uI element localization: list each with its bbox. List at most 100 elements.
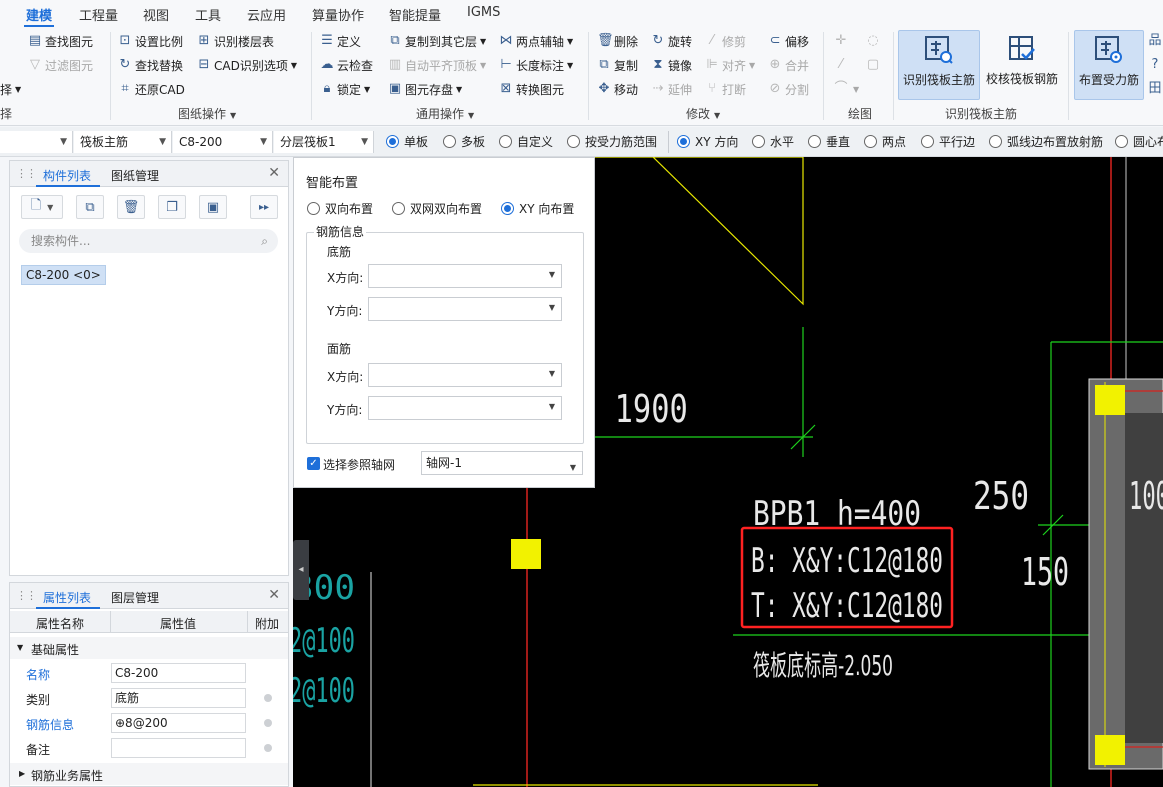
menu-collab[interactable]: 算量协作: [312, 5, 364, 24]
more-button[interactable]: ▸▸: [250, 195, 278, 219]
close-icon[interactable]: ✕: [268, 587, 280, 603]
right-partial-button-2[interactable]: ?: [1148, 55, 1163, 75]
find-element-button[interactable]: ▤ 查找图元: [28, 31, 93, 51]
two-point-axis-button[interactable]: ⋈ 两点辅轴 ▼: [499, 31, 574, 51]
identify-floor-table-button[interactable]: ⊞ 识别楼层表: [197, 31, 274, 51]
drag-grip-icon[interactable]: ⋮⋮: [16, 167, 37, 180]
break-button[interactable]: ⑂ 打断: [705, 79, 746, 99]
draw-line-button[interactable]: ⁄: [834, 55, 851, 75]
rebar-info-value-field[interactable]: ⊕8@200: [111, 713, 246, 733]
move-button[interactable]: ✥ 移动: [597, 79, 638, 99]
common-ops-group-label[interactable]: 通用操作 ▼: [416, 105, 474, 122]
list-item[interactable]: C8-200 <0>: [21, 265, 106, 285]
draw-rect-button[interactable]: ▢: [866, 55, 883, 75]
layout-stress-rebar-button[interactable]: 布置受力筋: [1074, 30, 1144, 100]
name-value-field[interactable]: C8-200: [111, 663, 246, 683]
save-element-button[interactable]: ▣ 图元存盘 ▼: [388, 79, 462, 99]
modify-group-label[interactable]: 修改 ▼: [686, 105, 720, 122]
attach-checkbox[interactable]: [264, 744, 272, 752]
set-scale-button[interactable]: ⊡ 设置比例: [118, 31, 183, 51]
identify-raft-rebar-button[interactable]: 识别筏板主筋: [898, 30, 980, 100]
layer-combo[interactable]: 分层筏板1 ▼: [274, 131, 374, 153]
delete-button[interactable]: 🗑︎ 删除: [597, 31, 638, 51]
column-marker[interactable]: [1095, 385, 1125, 415]
bottom-x-select[interactable]: ▼: [368, 264, 562, 288]
tab-component-list[interactable]: 构件列表: [43, 167, 91, 184]
section-basic-properties[interactable]: ▼ 基础属性: [10, 637, 288, 659]
mode-xy-radio[interactable]: XY 向布置: [501, 200, 574, 217]
draw-point-button[interactable]: ✛: [834, 31, 851, 51]
remark-value-field[interactable]: [111, 738, 246, 758]
convert-element-button[interactable]: ⊠ 转换图元: [499, 79, 564, 99]
menu-cloud[interactable]: 云应用: [247, 5, 286, 24]
drag-grip-icon[interactable]: ⋮⋮: [16, 589, 37, 602]
new-component-button[interactable]: 🗋︎ ▼: [21, 195, 63, 219]
tab-drawing-manage[interactable]: 图纸管理: [111, 167, 159, 184]
close-icon[interactable]: ✕: [268, 165, 280, 181]
dir-arc-radial-radio[interactable]: 弧线边布置放射筋: [989, 133, 1103, 150]
bottom-y-select[interactable]: ▼: [368, 297, 562, 321]
top-y-select[interactable]: ▼: [368, 396, 562, 420]
draw-circle-button[interactable]: ◌: [866, 31, 883, 51]
split-button[interactable]: ⊘ 分割: [768, 79, 809, 99]
trim-button[interactable]: ⁄ 修剪: [705, 31, 746, 51]
mirror-button[interactable]: ⧗ 镜像: [651, 55, 692, 75]
menu-smart-extract[interactable]: 智能提量: [389, 5, 441, 24]
range-by-rebar-radio[interactable]: 按受力筋范围: [567, 133, 657, 150]
draw-arc-button[interactable]: ⌒ ▼: [834, 79, 859, 99]
mode-double-net-radio[interactable]: 双网双向布置: [392, 200, 482, 217]
right-partial-button-1[interactable]: 品: [1148, 31, 1163, 51]
menu-modeling[interactable]: 建模: [26, 5, 52, 24]
menu-igms[interactable]: IGMS: [467, 5, 500, 20]
range-single-radio[interactable]: 单板: [386, 133, 428, 150]
section-business-properties[interactable]: ▶ 钢筋业务属性: [10, 763, 288, 785]
copy-button[interactable]: ⧉ 复制: [597, 55, 638, 75]
menu-view[interactable]: 视图: [143, 5, 169, 24]
component-type-combo[interactable]: 筏板主筋 ▼: [74, 131, 172, 153]
menu-tools[interactable]: 工具: [195, 5, 221, 24]
column-marker[interactable]: [1095, 735, 1125, 765]
range-custom-radio[interactable]: 自定义: [499, 133, 553, 150]
tab-layer-manage[interactable]: 图层管理: [111, 589, 159, 606]
attach-checkbox[interactable]: [264, 719, 272, 727]
dir-parallel-edge-radio[interactable]: 平行边: [921, 133, 975, 150]
column-marker[interactable]: [511, 539, 541, 569]
dir-vertical-radio[interactable]: 垂直: [808, 133, 850, 150]
merge-button[interactable]: ⊕ 合并: [768, 55, 809, 75]
length-dimension-button[interactable]: ⊢ 长度标注 ▼: [499, 55, 573, 75]
range-multi-radio[interactable]: 多板: [443, 133, 485, 150]
select-dropdown-partial[interactable]: 择 ▼: [0, 79, 21, 99]
axis-grid-checkbox[interactable]: ✓: [307, 457, 320, 470]
top-rebar-text[interactable]: T: X&Y:C12@180: [751, 586, 943, 626]
cad-options-button[interactable]: ⊟ CAD识别选项 ▼: [197, 55, 297, 75]
check-raft-rebar-button[interactable]: 校核筏板钢筋: [983, 30, 1061, 100]
tab-property-list[interactable]: 属性列表: [43, 589, 91, 606]
delete-component-button[interactable]: 🗑︎: [117, 195, 145, 219]
menu-quantity[interactable]: 工程量: [79, 5, 118, 24]
define-button[interactable]: ☰ 定义: [320, 31, 361, 51]
restore-cad-button[interactable]: ⌗ 还原CAD: [118, 79, 185, 99]
layer-copy-button[interactable]: ❐: [158, 195, 186, 219]
category-value-field[interactable]: 底筋: [111, 688, 246, 708]
offset-button[interactable]: ⊂ 偏移: [768, 31, 809, 51]
panel-collapse-handle[interactable]: ◂: [293, 540, 309, 600]
auto-align-top-button[interactable]: ▥ 自动平齐顶板 ▼: [388, 55, 486, 75]
floor-combo-partial[interactable]: ▼: [0, 131, 73, 153]
find-replace-button[interactable]: ↻ 查找替换: [118, 55, 183, 75]
attach-checkbox[interactable]: [264, 694, 272, 702]
top-x-select[interactable]: ▼: [368, 363, 562, 387]
dir-xy-radio[interactable]: XY 方向: [677, 133, 738, 150]
right-partial-button-3[interactable]: 田: [1148, 79, 1163, 99]
dir-two-point-radio[interactable]: 两点: [864, 133, 906, 150]
copy-to-layer-button[interactable]: ⧉ 复制到其它层 ▼: [388, 31, 486, 51]
align-button[interactable]: ⊫ 对齐 ▼: [705, 55, 755, 75]
component-combo[interactable]: C8-200 ▼: [173, 131, 273, 153]
save-component-button[interactable]: ▣: [199, 195, 227, 219]
bottom-rebar-text[interactable]: B: X&Y:C12@180: [751, 541, 943, 581]
drawing-ops-group-label[interactable]: 图纸操作 ▼: [178, 105, 236, 122]
search-input[interactable]: 搜索构件... ⌕: [19, 229, 278, 253]
rotate-button[interactable]: ↻ 旋转: [651, 31, 692, 51]
copy-component-button[interactable]: ⧉: [76, 195, 104, 219]
dir-center-radio[interactable]: 圆心布: [1115, 133, 1163, 150]
extend-button[interactable]: ⇢ 延伸: [651, 79, 692, 99]
